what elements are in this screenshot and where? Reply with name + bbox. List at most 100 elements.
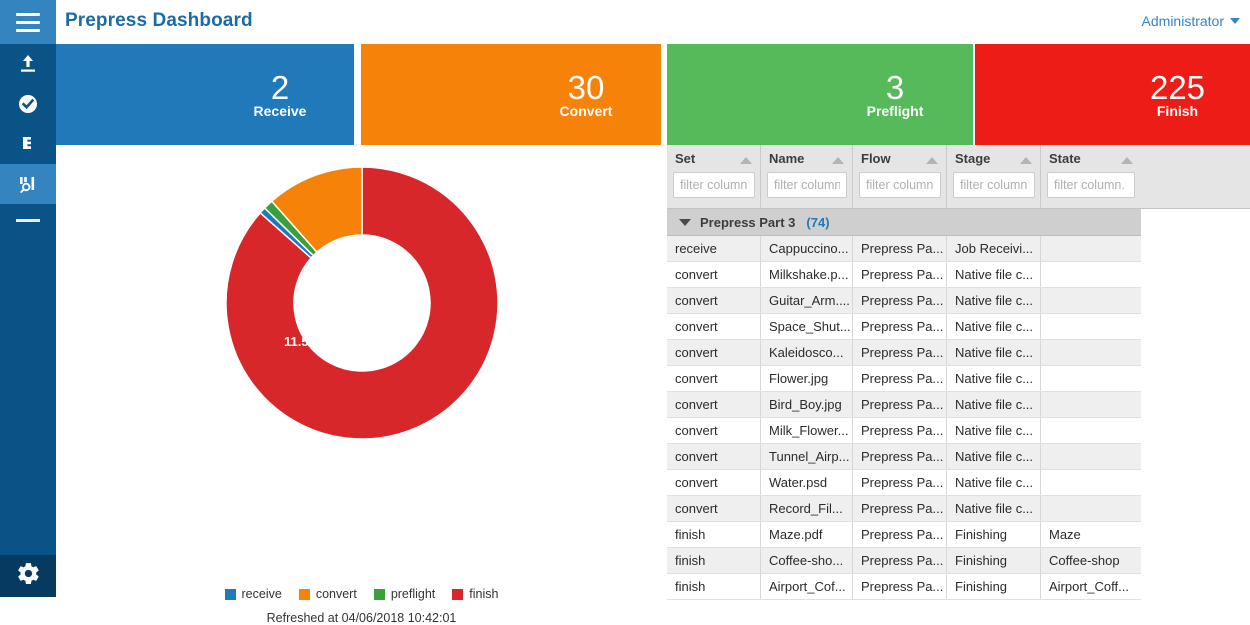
table-cell-flow: Prepress Pa... xyxy=(853,314,947,339)
sidebar-divider xyxy=(0,204,56,236)
table-column-header-stage[interactable]: Stage xyxy=(947,145,1041,208)
table-cell-flow: Prepress Pa... xyxy=(853,288,947,313)
table-group-header[interactable]: Prepress Part 3 (74) xyxy=(667,209,1141,236)
table-cell-flow: Prepress Pa... xyxy=(853,418,947,443)
hamburger-icon-bar xyxy=(16,12,40,16)
kpi-tile-preflight[interactable]: 3 Preflight xyxy=(667,44,973,145)
sort-ascending-icon[interactable] xyxy=(740,157,752,164)
upload-icon xyxy=(17,53,39,75)
kpi-tile-receive[interactable]: 2 Receive xyxy=(56,44,354,145)
table-cell-state xyxy=(1041,236,1141,261)
filter-input-set[interactable] xyxy=(673,172,755,198)
donut-chart-svg[interactable] xyxy=(208,149,516,457)
group-count: (74) xyxy=(806,214,830,230)
kpi-tile-convert[interactable]: 30 Convert xyxy=(361,44,661,145)
table-column-header-state[interactable]: State xyxy=(1041,145,1141,208)
table-cell-name: Tunnel_Airp... xyxy=(761,444,853,469)
legend-item-convert[interactable]: convert xyxy=(298,587,357,601)
table-row[interactable]: convert Flower.jpg Prepress Pa... Native fi… xyxy=(667,366,1141,392)
filter-input-state[interactable] xyxy=(1047,172,1135,198)
table-cell-set: convert xyxy=(667,418,761,443)
proof-flag-icon xyxy=(17,133,39,155)
table-row[interactable]: receive Cappuccino... Prepress Pa... Job Re… xyxy=(667,236,1141,262)
table-row[interactable]: finish Maze.pdf Prepress Pa... Finishing Maz… xyxy=(667,522,1141,548)
donut-chart: 11.5% 86.5% xyxy=(56,145,667,544)
legend-label: convert xyxy=(315,587,357,601)
chevron-down-icon[interactable] xyxy=(679,218,691,226)
kpi-value: 30 xyxy=(567,68,605,106)
table-cell-name: Kaleidosco... xyxy=(761,340,853,365)
filter-input-name[interactable] xyxy=(767,172,847,198)
kpi-value: 3 xyxy=(885,68,905,106)
table-row[interactable]: convert Record_Fil... Prepress Pa... Native… xyxy=(667,496,1141,522)
table-cell-name: Guitar_Arm.... xyxy=(761,288,853,313)
table-column-header-set[interactable]: Set xyxy=(667,145,761,208)
sidebar-item-approve[interactable] xyxy=(0,84,56,124)
table-cell-set: convert xyxy=(667,496,761,521)
table-cell-stage: Finishing xyxy=(947,548,1041,573)
table-cell-state xyxy=(1041,418,1141,443)
legend-item-receive[interactable]: receive xyxy=(224,587,282,601)
table-cell-set: convert xyxy=(667,314,761,339)
sort-ascending-icon[interactable] xyxy=(1121,157,1133,164)
table-cell-name: Bird_Boy.jpg xyxy=(761,392,853,417)
table-cell-set: convert xyxy=(667,470,761,495)
table-cell-set: convert xyxy=(667,340,761,365)
user-menu-button[interactable]: Administrator xyxy=(1142,13,1240,29)
table-cell-state xyxy=(1041,444,1141,469)
table-column-header-name[interactable]: Name xyxy=(761,145,853,208)
donut-slice-label-finish: 86.5% xyxy=(380,529,417,544)
column-label: Stage xyxy=(955,151,991,166)
table-cell-name: Water.psd xyxy=(761,470,853,495)
column-label: Set xyxy=(675,151,696,166)
table-row[interactable]: convert Milk_Flower... Prepress Pa... Nativ… xyxy=(667,418,1141,444)
table-cell-flow: Prepress Pa... xyxy=(853,366,947,391)
table-row[interactable]: convert Water.psd Prepress Pa... Native fil… xyxy=(667,470,1141,496)
table-cell-name: Cappuccino... xyxy=(761,236,853,261)
sidebar-item-dashboard[interactable] xyxy=(0,164,56,204)
table-cell-name: Coffee-sho... xyxy=(761,548,853,573)
table-row[interactable]: convert Milkshake.p... Prepress Pa... Nativ… xyxy=(667,262,1141,288)
sort-ascending-icon[interactable] xyxy=(926,157,938,164)
table-header-row: Set Name Flow Stage State xyxy=(667,145,1250,209)
table-cell-set: finish xyxy=(667,548,761,573)
table-cell-name: Space_Shut... xyxy=(761,314,853,339)
table-cell-set: receive xyxy=(667,236,761,261)
table-cell-name: Record_Fil... xyxy=(761,496,853,521)
gear-icon xyxy=(16,561,41,591)
table-cell-set: convert xyxy=(667,366,761,391)
hamburger-menu-button[interactable] xyxy=(0,0,56,44)
column-label: Name xyxy=(769,151,805,166)
sidebar-item-settings[interactable] xyxy=(0,555,56,597)
sort-ascending-icon[interactable] xyxy=(832,157,844,164)
table-row[interactable]: finish Coffee-sho... Prepress Pa... Finishi… xyxy=(667,548,1141,574)
table-cell-state xyxy=(1041,288,1141,313)
filter-input-flow[interactable] xyxy=(859,172,941,198)
approve-check-icon xyxy=(17,93,39,115)
table-cell-stage: Native file c... xyxy=(947,366,1041,391)
table-cell-stage: Job Receivi... xyxy=(947,236,1041,261)
table-cell-flow: Prepress Pa... xyxy=(853,262,947,287)
divider-line xyxy=(16,218,40,222)
table-cell-state xyxy=(1041,340,1141,365)
table-row[interactable]: convert Tunnel_Airp... Prepress Pa... Nativ… xyxy=(667,444,1141,470)
table-row[interactable]: convert Guitar_Arm.... Prepress Pa... Nativ… xyxy=(667,288,1141,314)
table-row[interactable]: convert Bird_Boy.jpg Prepress Pa... Native … xyxy=(667,392,1141,418)
table-cell-state: Airport_Coff... xyxy=(1049,579,1129,594)
table-row[interactable]: finish Airport_Cof... Prepress Pa... Finish… xyxy=(667,574,1141,600)
kpi-tile-finish[interactable]: 225 Finish xyxy=(975,44,1250,145)
table-column-header-flow[interactable]: Flow xyxy=(853,145,947,208)
filter-input-stage[interactable] xyxy=(953,172,1035,198)
page-title: Prepress Dashboard xyxy=(65,10,253,31)
legend-item-finish[interactable]: finish xyxy=(452,587,498,601)
sort-ascending-icon[interactable] xyxy=(1020,157,1032,164)
table-cell-state xyxy=(1041,496,1141,521)
table-cell-state xyxy=(1041,470,1141,495)
table-row[interactable]: convert Space_Shut... Prepress Pa... Native… xyxy=(667,314,1141,340)
table-row[interactable]: convert Kaleidosco... Prepress Pa... Native… xyxy=(667,340,1141,366)
legend-item-preflight[interactable]: preflight xyxy=(373,587,435,601)
refreshed-timestamp: Refreshed at 04/06/2018 10:42:01 xyxy=(266,611,457,625)
table-cell-flow: Prepress Pa... xyxy=(853,522,947,547)
sidebar-item-proof[interactable] xyxy=(0,124,56,164)
sidebar-item-upload[interactable] xyxy=(0,44,56,84)
